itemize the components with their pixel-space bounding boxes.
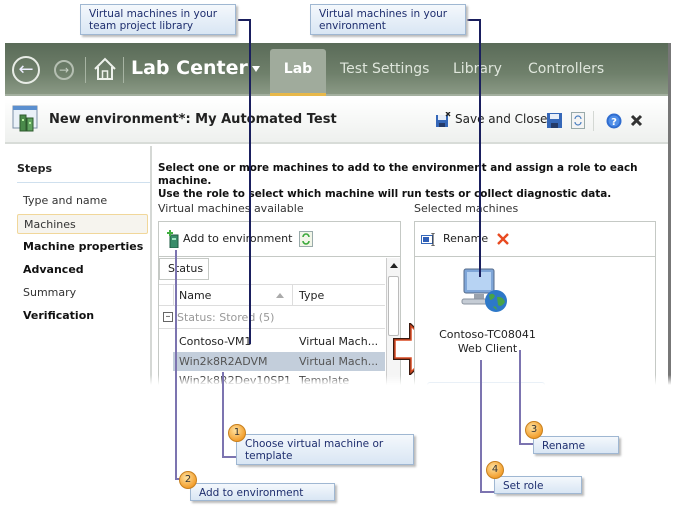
svg-text:?: ? bbox=[611, 117, 617, 128]
environment-icon bbox=[12, 105, 38, 132]
callout-line-2 bbox=[175, 250, 177, 480]
callout-choose-vm: Choose virtual machine or template bbox=[236, 434, 414, 465]
instruction-line-2: Use the role to select which machine wil… bbox=[158, 188, 612, 200]
lab-center-window: ← → Lab Center Lab Test Settings Library… bbox=[5, 43, 671, 423]
nav-separator bbox=[85, 57, 86, 83]
dropdown-arrow-icon[interactable] bbox=[252, 66, 260, 72]
refresh-icon[interactable] bbox=[571, 112, 585, 129]
callout-rename: Rename bbox=[533, 436, 619, 454]
callout-text: Choose virtual machine or bbox=[245, 438, 384, 450]
steps-heading: Steps bbox=[17, 162, 53, 175]
selected-toolbar: Rename bbox=[415, 222, 655, 257]
refresh-list-icon[interactable] bbox=[299, 231, 313, 247]
virtual-machine-icon[interactable] bbox=[460, 267, 510, 317]
forward-arrow-icon[interactable]: → bbox=[54, 60, 74, 80]
callout-line-3 bbox=[519, 350, 521, 445]
step-machine-properties[interactable]: Machine properties bbox=[17, 237, 148, 257]
selected-machines-label: Selected machines bbox=[414, 202, 519, 215]
save-icon[interactable] bbox=[547, 113, 562, 128]
vm-type: Virtual Mach... bbox=[299, 354, 379, 368]
callout-line-environment bbox=[467, 19, 480, 21]
callout-line-library bbox=[238, 19, 250, 21]
vm-type: Virtual Mach... bbox=[299, 335, 379, 348]
add-machine-icon bbox=[167, 230, 179, 248]
callout-text: Virtual machines in your bbox=[89, 8, 218, 20]
save-close-icon[interactable] bbox=[435, 112, 451, 128]
step-verification[interactable]: Verification bbox=[17, 306, 148, 326]
callout-text: environment bbox=[319, 20, 386, 32]
machine-role[interactable]: Web Client bbox=[415, 342, 560, 356]
callout-text: template bbox=[245, 450, 293, 462]
machine-name: Contoso-TC08041 bbox=[439, 328, 536, 341]
group-label: Status: Stored (5) bbox=[177, 311, 275, 324]
scroll-up-icon[interactable] bbox=[390, 263, 398, 268]
callout-text: team project library bbox=[89, 20, 194, 32]
save-and-close-button[interactable]: Save and Close bbox=[455, 112, 547, 126]
column-header-row: Name Type bbox=[159, 284, 385, 306]
callout-add-to-environment: Add to environment bbox=[190, 483, 335, 501]
callout-number-1: 1 bbox=[228, 424, 246, 442]
toolbar-separator bbox=[593, 111, 594, 131]
callout-text: Virtual machines in your bbox=[319, 8, 448, 20]
available-machines-label: Virtual machines available bbox=[158, 202, 304, 215]
home-icon[interactable] bbox=[93, 56, 117, 82]
step-advanced[interactable]: Advanced bbox=[17, 260, 148, 280]
callout-line-4 bbox=[480, 360, 482, 493]
step-type-and-name[interactable]: Type and name bbox=[17, 191, 148, 211]
rename-button[interactable]: Rename bbox=[443, 232, 488, 245]
tab-test-settings[interactable]: Test Settings bbox=[340, 49, 429, 96]
callout-line-library bbox=[249, 19, 251, 344]
tab-controllers[interactable]: Controllers bbox=[528, 49, 604, 96]
selected-machine-label[interactable]: Contoso-TC08041 Web Client bbox=[415, 328, 560, 356]
callout-number-3: 3 bbox=[525, 421, 543, 439]
tab-lab[interactable]: Lab bbox=[270, 49, 326, 96]
column-header-type[interactable]: Type bbox=[299, 289, 324, 302]
navigation-bar: ← → Lab Center Lab Test Settings Library… bbox=[5, 43, 668, 96]
vm-name: Win2k8R2ADVM bbox=[179, 354, 268, 368]
group-by-status-chip[interactable]: Status bbox=[159, 258, 209, 280]
rename-icon bbox=[421, 233, 435, 246]
step-summary[interactable]: Summary bbox=[17, 283, 148, 303]
callout-set-role: Set role bbox=[494, 476, 582, 494]
environment-header: New environment*: My Automated Test Save… bbox=[5, 99, 668, 144]
step-machines[interactable]: Machines bbox=[17, 214, 148, 234]
add-to-environment-button[interactable]: Add to environment bbox=[183, 232, 292, 245]
app-title: Lab Center bbox=[131, 57, 248, 79]
collapse-icon[interactable]: – bbox=[163, 312, 173, 322]
callout-line-1 bbox=[222, 372, 224, 458]
sort-ascending-icon bbox=[276, 293, 284, 298]
callout-number-4: 4 bbox=[486, 461, 504, 479]
back-arrow-icon[interactable]: ← bbox=[12, 56, 40, 84]
table-row[interactable]: Contoso-VM1 Virtual Mach... bbox=[173, 332, 385, 351]
instructions: Select one or more machines to add to th… bbox=[158, 162, 668, 201]
callout-environment: Virtual machines in your environment bbox=[310, 4, 466, 35]
steps-divider bbox=[17, 182, 150, 183]
callout-line-4 bbox=[480, 491, 495, 493]
table-row[interactable]: Win2k8R2ADVM Virtual Mach... bbox=[173, 351, 385, 371]
callout-line-environment bbox=[479, 19, 481, 277]
help-icon[interactable]: ? bbox=[606, 113, 622, 129]
callout-number-2: 2 bbox=[179, 471, 197, 489]
vm-name: Contoso-VM1 bbox=[179, 335, 252, 348]
nav-separator bbox=[123, 57, 124, 83]
page-title: New environment*: My Automated Test bbox=[49, 112, 337, 127]
close-icon[interactable] bbox=[630, 114, 643, 127]
column-header-name[interactable]: Name bbox=[179, 289, 211, 302]
tab-library[interactable]: Library bbox=[453, 49, 502, 96]
instruction-line-1: Select one or more machines to add to th… bbox=[158, 162, 638, 187]
remove-icon[interactable] bbox=[496, 232, 510, 246]
callout-line-3 bbox=[519, 443, 534, 445]
callout-team-project-library: Virtual machines in your team project li… bbox=[80, 4, 236, 35]
bottom-fade bbox=[0, 375, 680, 425]
group-row[interactable]: – Status: Stored (5) bbox=[159, 307, 385, 329]
callout-line-1 bbox=[222, 456, 236, 458]
available-toolbar: Add to environment bbox=[159, 222, 400, 257]
